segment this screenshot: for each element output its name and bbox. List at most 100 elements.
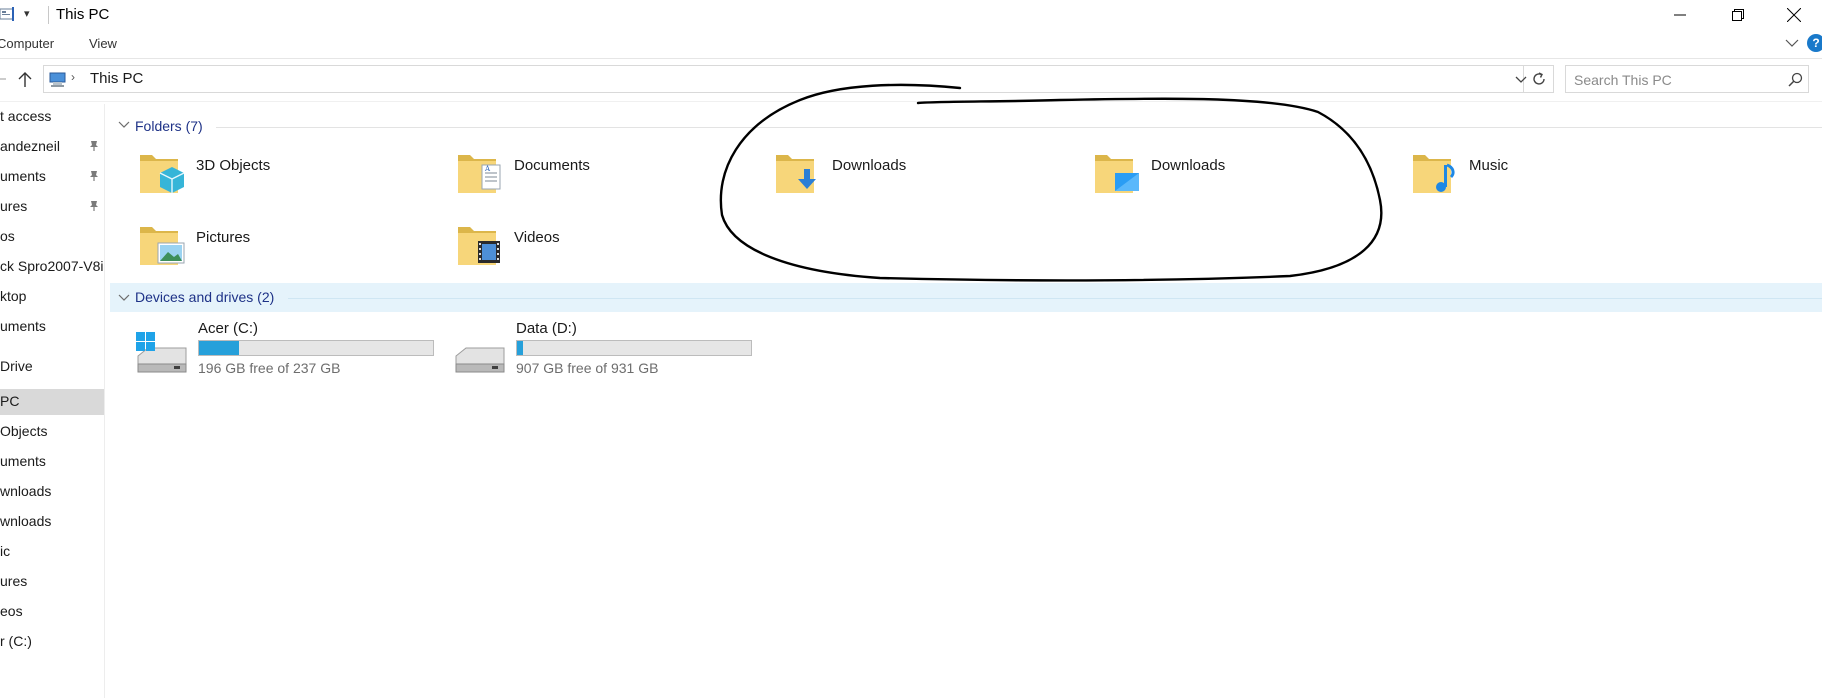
drive-usage-fill (199, 341, 239, 355)
nav-item-label: ures (0, 198, 28, 214)
drive-free-space: 907 GB free of 931 GB (516, 360, 659, 376)
nav-item-label: andezneil (0, 138, 60, 154)
folder-item[interactable]: 3D Objects (138, 147, 458, 211)
folder-item[interactable]: Music (1411, 147, 1731, 211)
address-row: › This PC Search This PC (0, 59, 1822, 102)
folder-label: Music (1469, 157, 1509, 174)
collapse-drives-icon[interactable] (118, 293, 130, 303)
nav-item[interactable]: PC (0, 389, 104, 415)
folder-downloads-icon (776, 155, 816, 193)
nav-item-label: os (0, 228, 15, 244)
pin-icon (90, 141, 98, 151)
drive-label: Acer (C:) (198, 320, 258, 337)
folder-music-icon (1413, 155, 1455, 193)
nav-item-label: uments (0, 318, 46, 334)
folder-label: Downloads (1151, 157, 1226, 174)
folder-item[interactable]: Downloads (1093, 147, 1413, 211)
windows-drive-icon (136, 332, 187, 373)
folder-item[interactable]: A Documents (456, 147, 776, 211)
tab-computer[interactable]: Computer (0, 36, 54, 51)
drives-group-divider (288, 298, 1822, 299)
close-button[interactable] (1766, 0, 1822, 30)
nav-item[interactable]: uments (0, 164, 104, 190)
breadcrumb[interactable]: This PC (90, 70, 143, 87)
drive-usage-fill (517, 341, 524, 355)
nav-item-label: ic (0, 543, 11, 559)
nav-item[interactable]: r (C:) (0, 629, 104, 655)
nav-item[interactable]: wnloads (0, 479, 104, 505)
folder-item[interactable]: Pictures (138, 219, 458, 283)
folder-videos-icon (458, 227, 500, 265)
drive-free-space: 196 GB free of 237 GB (198, 360, 341, 376)
nav-item-label: Drive (0, 358, 33, 374)
tab-view[interactable]: View (89, 36, 117, 51)
title-bar: ▾ This PC (0, 0, 1822, 30)
svg-text:A: A (484, 165, 491, 173)
nav-item[interactable]: ures (0, 194, 104, 220)
hard-drive-icon (455, 347, 505, 373)
drive-usage-bar (198, 340, 434, 356)
nav-item-label: t access (0, 108, 52, 124)
folder-label: Documents (514, 157, 590, 174)
drives-group-header-row[interactable]: Devices and drives (2) (110, 283, 1822, 312)
nav-item[interactable]: wnloads (0, 509, 104, 535)
folder-item[interactable]: Downloads (774, 147, 1094, 211)
nav-item[interactable]: ck Spro2007-V8i (0, 254, 104, 280)
collapse-folders-icon[interactable] (118, 120, 130, 130)
nav-item[interactable]: ic (0, 539, 104, 565)
drive-item[interactable]: Data (D:) 907 GB free of 931 GB (450, 318, 752, 390)
pin-icon (90, 171, 98, 181)
nav-item[interactable]: Drive (0, 354, 104, 380)
nav-item[interactable]: uments (0, 314, 104, 340)
forward-arrow-icon[interactable] (0, 73, 6, 85)
refresh-icon (1532, 72, 1545, 85)
nav-item-label: uments (0, 168, 46, 184)
nav-item[interactable]: uments (0, 449, 104, 475)
drive-label: Data (D:) (516, 320, 577, 337)
folder-label: Downloads (832, 157, 907, 174)
nav-item-label: wnloads (0, 513, 52, 529)
nav-item[interactable]: ures (0, 569, 104, 595)
folder-pictures-icon (140, 227, 185, 265)
ribbon-expand-icon[interactable] (1785, 38, 1799, 48)
close-icon (1787, 8, 1801, 22)
nav-item[interactable]: Objects (0, 419, 104, 445)
nav-item-label: wnloads (0, 483, 52, 499)
up-arrow-icon[interactable] (18, 71, 32, 87)
nav-item-label: eos (0, 603, 23, 619)
minimize-button[interactable] (1652, 0, 1708, 30)
minimize-icon (1674, 14, 1686, 16)
window-title: This PC (56, 6, 110, 23)
nav-item-label: ktop (0, 288, 27, 304)
refresh-button[interactable] (1524, 65, 1554, 93)
folders-group-header[interactable]: Folders (7) (135, 118, 203, 134)
folders-grid: 3D Objects A Documents Downloads Downloads Mu… (138, 147, 1822, 287)
restore-button[interactable] (1710, 0, 1766, 30)
help-icon[interactable]: ? (1807, 34, 1822, 52)
nav-item[interactable]: ktop (0, 284, 104, 310)
restore-icon (1732, 9, 1744, 21)
drive-item[interactable]: Acer (C:) 196 GB free of 237 GB (132, 318, 434, 390)
this-pc-icon (49, 72, 66, 87)
folders-group-divider (216, 127, 1822, 128)
drives-list: Acer (C:) 196 GB free of 237 GB Data (D:) 9… (132, 318, 932, 390)
nav-item-label: r (C:) (0, 633, 32, 649)
quick-access-dropdown-icon[interactable]: ▾ (24, 7, 30, 20)
breadcrumb-separator-icon[interactable]: › (71, 70, 75, 84)
nav-item[interactable]: eos (0, 599, 104, 625)
folder-item[interactable]: Videos (456, 219, 776, 283)
folder-desktop-icon (1095, 155, 1139, 193)
properties-icon[interactable] (0, 7, 16, 21)
nav-item[interactable]: os (0, 224, 104, 250)
nav-item-label: PC (0, 393, 20, 409)
nav-item[interactable]: andezneil (0, 134, 104, 160)
divider (48, 6, 49, 24)
search-icon[interactable] (1788, 72, 1803, 87)
folder-3d-objects-icon (140, 155, 185, 193)
ribbon-tabs: Computer View ? (0, 30, 1822, 59)
search-box[interactable]: Search This PC (1565, 65, 1809, 93)
nav-item[interactable]: t access (0, 104, 104, 130)
pin-icon (90, 201, 98, 211)
address-bar[interactable]: › This PC (43, 65, 1527, 93)
drive-usage-bar (516, 340, 752, 356)
